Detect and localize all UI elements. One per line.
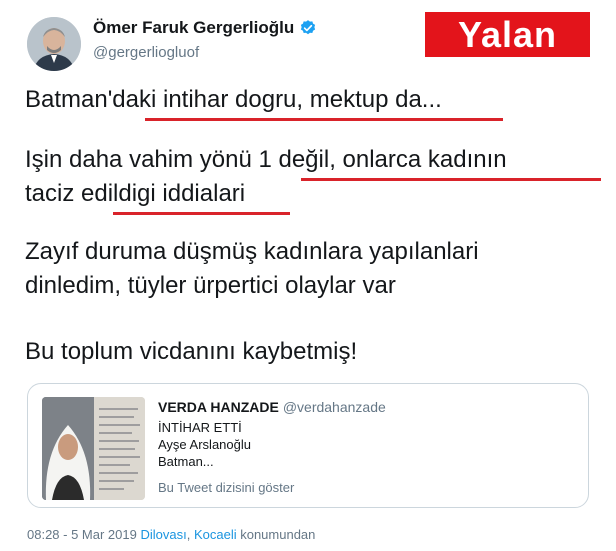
location-suffix: konumundan <box>236 527 316 542</box>
quoted-author-handle[interactable]: @verdahanzade <box>283 399 386 415</box>
quoted-tweet-card[interactable]: VERDA HANZADE @verdahanzade İNTİHAR ETTİ … <box>27 383 589 508</box>
tweet-line-6: Bu toplum vicdanını kaybetmiş! <box>25 338 358 365</box>
avatar-portrait-icon <box>27 17 81 71</box>
red-underline-2 <box>301 178 601 181</box>
show-thread-link[interactable]: Bu Tweet dizisini göster <box>158 480 386 495</box>
author-handle[interactable]: @gergerliogluof <box>93 44 199 61</box>
person-headscarf-icon <box>42 397 94 500</box>
quoted-tweet-body: VERDA HANZADE @verdahanzade İNTİHAR ETTİ … <box>158 399 386 495</box>
tweet-line-3: taciz edildigi iddialari <box>25 180 246 207</box>
quoted-author-name[interactable]: VERDA HANZADE <box>158 399 279 415</box>
quoted-line-1: İNTİHAR ETTİ <box>158 420 242 435</box>
woman-photo-thumbnail <box>42 397 94 500</box>
red-underline-3 <box>113 212 290 215</box>
false-claim-stamp: Yalan <box>425 12 590 57</box>
tweet-line-1: Batman'daki intihar dogru, mektup da... <box>25 86 442 113</box>
location-link-dilovasi[interactable]: Dilovası <box>140 527 186 542</box>
quoted-line-2: Ayşe Arslanoğlu <box>158 437 251 452</box>
quoted-line-3: Batman... <box>158 454 214 469</box>
author-avatar[interactable] <box>27 17 81 71</box>
tweet-timestamp[interactable]: 08:28 - 5 Mar 2019 <box>27 527 137 542</box>
verified-badge-icon <box>301 20 316 35</box>
tweet-line-2: Işin daha vahim yönü 1 değil, onlarca ka… <box>25 146 507 173</box>
location-separator: , <box>186 527 194 542</box>
author-name[interactable]: Ömer Faruk Gergerlioğlu <box>93 18 294 38</box>
tweet-meta: 08:28 - 5 Mar 2019 Dilovası, Kocaeli kon… <box>27 527 315 542</box>
quoted-tweet-header: VERDA HANZADE @verdahanzade <box>158 399 386 415</box>
tweet-line-4: Zayıf duruma düşmüş kadınlara yapılanlar… <box>25 238 479 265</box>
handwritten-letter-thumbnail <box>93 397 145 500</box>
letter-page-icon <box>93 397 145 500</box>
red-underline-1 <box>145 118 503 121</box>
quoted-tweet-media[interactable] <box>42 397 145 500</box>
location-link-kocaeli[interactable]: Kocaeli <box>194 527 237 542</box>
tweet-paragraph-2: Işin daha vahim yönü 1 değil, onlarca ka… <box>25 143 507 211</box>
tweet-line-5: dinledim, tüyler ürpertici olaylar var <box>25 272 396 299</box>
tweet-paragraph-3: Zayıf duruma düşmüş kadınlara yapılanlar… <box>25 235 479 303</box>
